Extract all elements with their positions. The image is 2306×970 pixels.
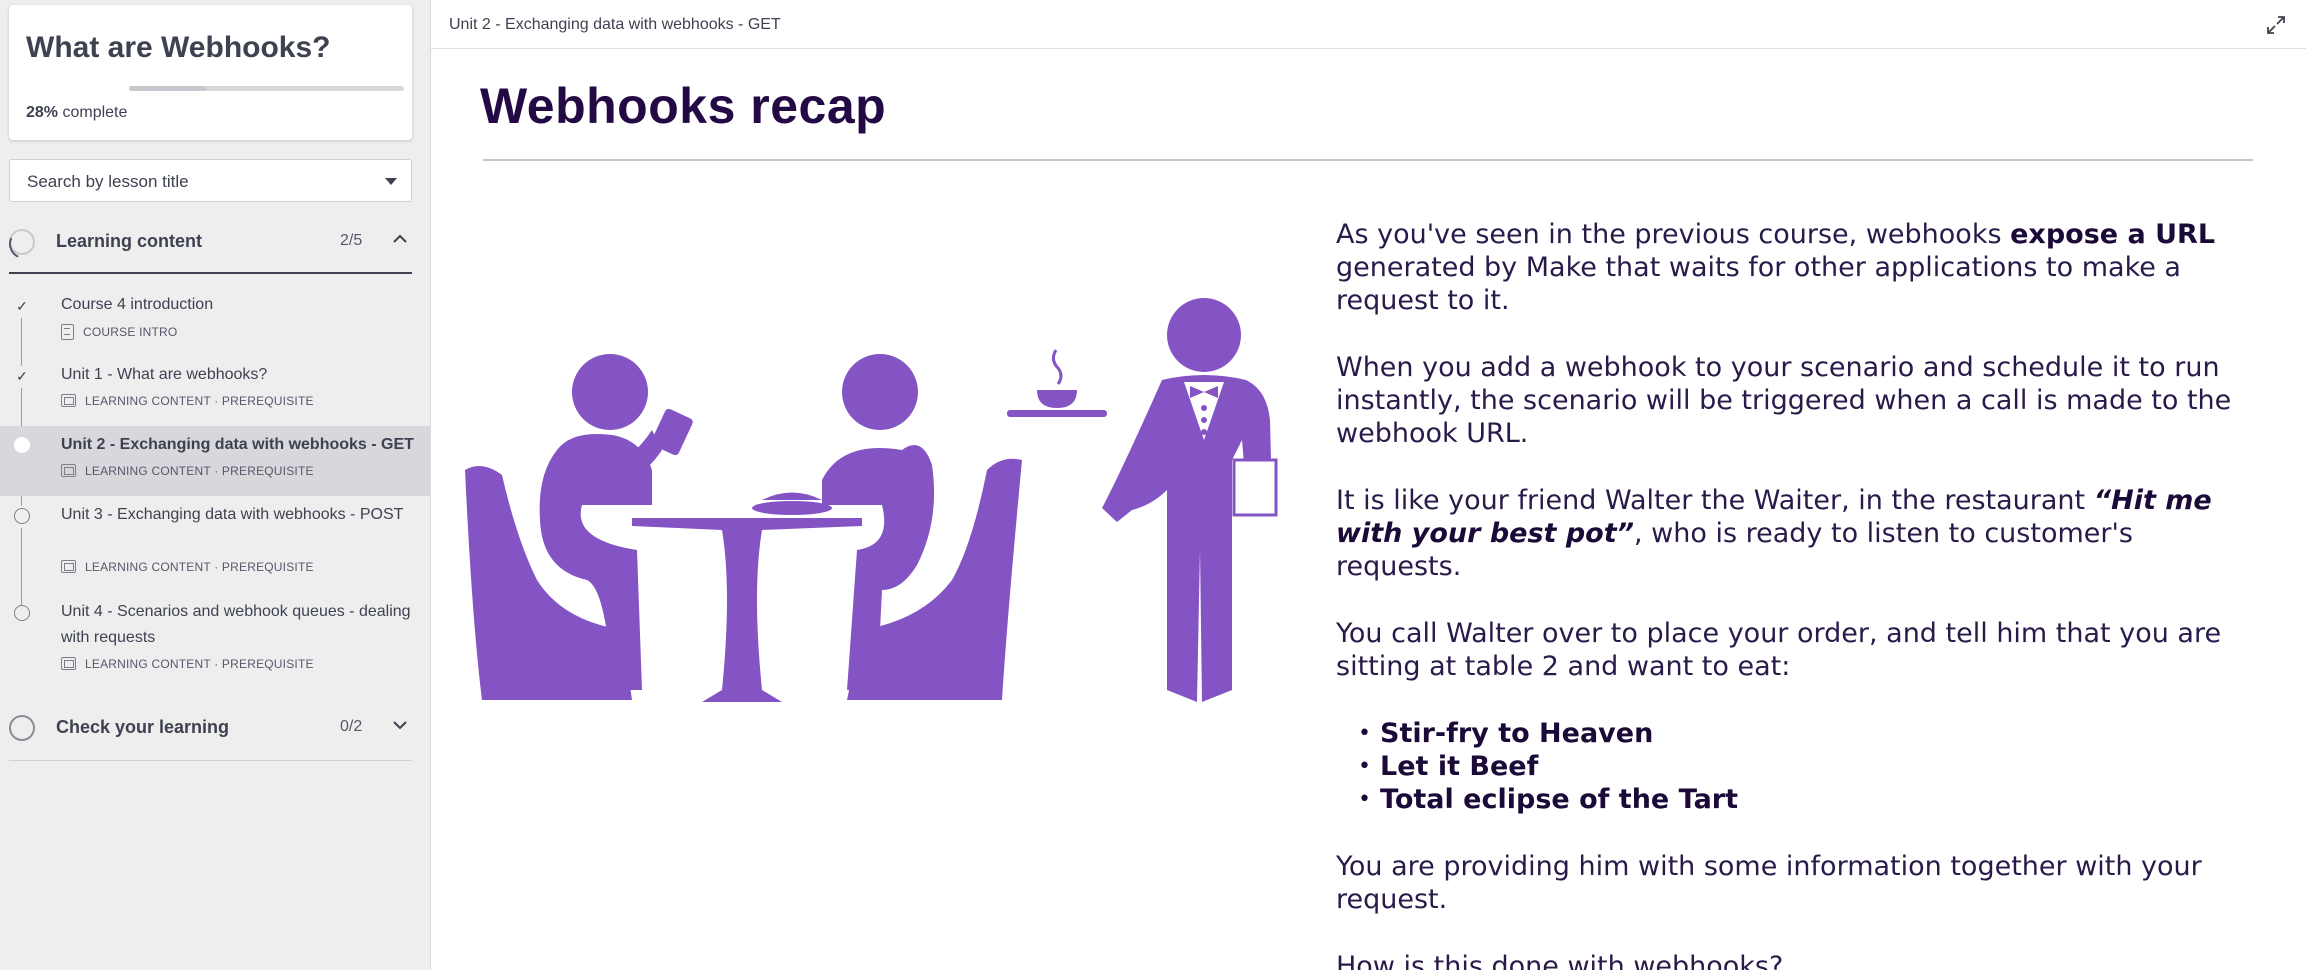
lesson-meta: COURSE INTRO [61,324,177,340]
section-count: 0/2 [340,718,363,735]
paragraph-3: It is like your friend Walter the Waiter… [1336,484,2256,583]
course-sidebar: What are Webhooks? 28% complete Search b… [0,0,431,970]
paragraph-2: When you add a webhook to your scenario … [1336,352,2232,449]
lesson-meta: LEARNING CONTENT · PREREQUISITE [61,464,314,478]
lesson-title: Unit 1 - What are webhooks? [61,366,268,383]
incomplete-circle-icon [14,605,30,621]
section-count: 2/5 [340,232,363,249]
lesson-meta-text: LEARNING CONTENT · PREREQUISITE [85,657,314,671]
text-run: generated by Make that waits for other a… [1336,252,2181,316]
section-divider [9,272,412,274]
chevron-up-icon [393,234,407,243]
lesson-header: Unit 2 - Exchanging data with webhooks -… [431,0,2306,49]
presentation-icon [61,394,76,407]
lesson-item-course-intro[interactable]: ✓ Course 4 introduction COURSE INTRO [0,288,430,356]
lesson-meta: LEARNING CONTENT · PREREQUISITE [61,657,314,671]
restaurant-waiter-illustration [465,298,1278,702]
check-icon: ✓ [16,368,28,384]
lesson-meta: LEARNING CONTENT · PREREQUISITE [61,394,314,408]
lesson-item-unit-4[interactable]: Unit 4 - Scenarios and webhook queues - … [0,595,430,691]
dish-list: Stir-fry to Heaven Let it Beef Total ecl… [1336,717,2256,816]
progress-bar [129,86,404,91]
lesson-title: Course 4 introduction [61,296,214,313]
section-progress-ring-icon [9,229,35,255]
progress-bar-fill [129,86,206,91]
text-run: It is like your friend Walter the Waiter… [1336,485,2094,516]
breadcrumb: Unit 2 - Exchanging data with webhooks -… [449,16,781,33]
section-divider [9,760,412,761]
lesson-title: Unit 4 - Scenarios and webhook queues - … [61,603,411,646]
lesson-item-unit-2[interactable]: Unit 2 - Exchanging data with webhooks -… [0,426,430,496]
current-lesson-icon [14,437,30,453]
title-divider [483,159,2253,161]
lesson-title: Unit 2 - Exchanging data with webhooks -… [61,436,414,453]
lesson-meta-text: COURSE INTRO [83,325,178,339]
chevron-down-icon [393,721,407,730]
presentation-icon [61,464,76,477]
section-header-check-your-learning[interactable]: Check your learning 0/2 [9,705,412,753]
section-progress-ring-icon [9,715,35,741]
page-title: Webhooks recap [480,78,887,134]
lesson-item-unit-3[interactable]: Unit 3 - Exchanging data with webhooks -… [0,498,430,594]
progress-text: 28% complete [26,104,127,122]
list-item: Stir-fry to Heaven [1358,717,2256,750]
presentation-icon [61,560,76,573]
lesson-meta-text: LEARNING CONTENT · PREREQUISITE [85,560,314,574]
expand-icon[interactable] [2266,15,2286,35]
list-item: Let it Beef [1358,750,2256,783]
course-progress-card: What are Webhooks? 28% complete [9,5,412,140]
text-run-bold: expose a URL [2010,219,2216,250]
lesson-meta: LEARNING CONTENT · PREREQUISITE [61,560,314,574]
section-header-learning-content[interactable]: Learning content 2/5 [9,219,412,267]
paragraph-6: How is this done with webhooks? [1336,951,1784,970]
progress-suffix: complete [58,104,128,121]
presentation-icon [61,657,76,670]
document-icon [61,324,74,340]
incomplete-circle-icon [14,508,30,524]
lesson-title: Unit 3 - Exchanging data with webhooks -… [61,506,404,523]
text-run: As you've seen in the previous course, w… [1336,219,2011,250]
list-item: Total eclipse of the Tart [1358,783,2256,816]
paragraph-5: You are providing him with some informat… [1336,851,2202,915]
paragraph-1: As you've seen in the previous course, w… [1336,218,2256,317]
lesson-body-text: As you've seen in the previous course, w… [1336,218,2256,970]
check-icon: ✓ [16,298,28,314]
lesson-meta-text: LEARNING CONTENT · PREREQUISITE [85,464,314,478]
lesson-meta-text: LEARNING CONTENT · PREREQUISITE [85,394,314,408]
caret-down-icon [385,178,397,185]
lesson-search-select[interactable]: Search by lesson title [9,159,412,202]
lesson-search-placeholder: Search by lesson title [27,172,189,191]
section-label: Check your learning [56,717,230,737]
paragraph-4: You call Walter over to place your order… [1336,618,2222,682]
course-title: What are Webhooks? [26,31,331,64]
section-label: Learning content [56,231,203,251]
progress-percent: 28% [26,104,59,121]
lesson-item-unit-1[interactable]: ✓ Unit 1 - What are webhooks? LEARNING C… [0,358,430,426]
